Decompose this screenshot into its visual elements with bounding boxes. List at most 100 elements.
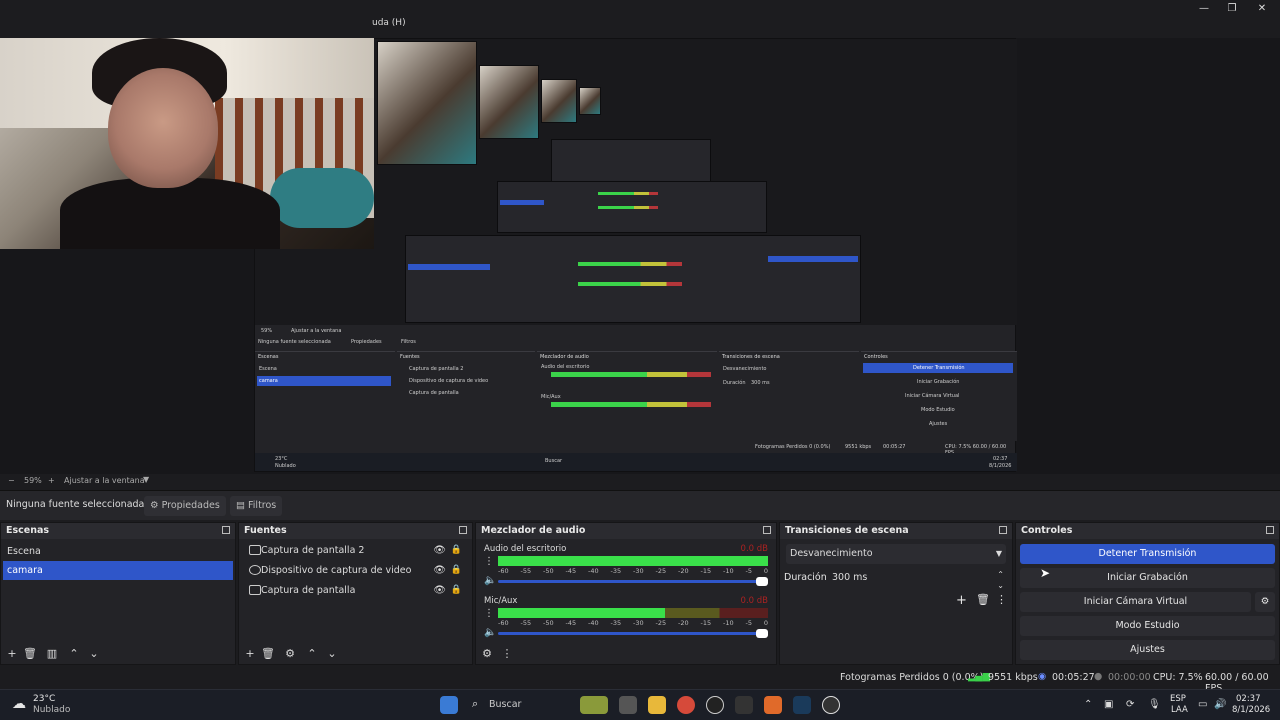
chevron-down-icon[interactable]: ⌄ <box>325 647 339 660</box>
signal-icon: ▂▄▆ <box>968 671 990 682</box>
source-item[interactable]: Captura de pantalla 👁 🔒 <box>241 581 470 600</box>
start-virtual-camera-button[interactable]: Iniciar Cámara Virtual <box>1020 592 1251 612</box>
sync-icon[interactable]: ⟳ <box>1126 699 1134 710</box>
scenes-dock: Escenas Escena camara + 🗑 ▥ ⌃ ⌄ <box>0 522 236 665</box>
source-item[interactable]: Dispositivo de captura de video 👁 🔒 <box>241 561 470 580</box>
zoom-out-button[interactable]: − <box>8 476 15 485</box>
slider-knob[interactable] <box>756 577 768 586</box>
windows-start-icon[interactable] <box>440 696 458 714</box>
meter-tick-label: -45 <box>565 619 577 627</box>
chevron-up-icon[interactable]: ⌃ <box>305 647 319 660</box>
steam-icon[interactable] <box>793 696 811 714</box>
volume-slider[interactable] <box>498 577 768 586</box>
undock-icon[interactable] <box>459 526 467 534</box>
studio-mode-button[interactable]: Modo Estudio <box>1020 616 1275 636</box>
minimize-button[interactable]: — <box>1194 2 1214 16</box>
kebab-icon[interactable]: ⋮ <box>484 608 494 619</box>
meter-tick-label: -15 <box>700 619 712 627</box>
eye-icon[interactable]: 👁 <box>433 581 446 600</box>
meter-tick-label: -50 <box>543 567 554 575</box>
obs-icon[interactable] <box>822 696 840 714</box>
scene-item-escena[interactable]: Escena <box>3 542 233 561</box>
source-label: Captura de pantalla <box>261 585 356 596</box>
meter-ticks: -60 -55 -50 -45 -40 -35 -30 -25 -20 -15 -10 -5 0 <box>498 619 768 627</box>
speaker-icon[interactable]: 🔈 <box>484 627 496 638</box>
trash-icon[interactable]: 🗑 <box>261 647 275 660</box>
gear-icon[interactable]: ⚙ <box>480 647 494 660</box>
chevron-up-icon[interactable]: ⌃ <box>1084 699 1092 710</box>
filter-icon[interactable]: ▥ <box>45 647 59 660</box>
undock-icon[interactable] <box>999 526 1007 534</box>
lock-icon[interactable]: 🔒 <box>451 561 462 580</box>
restore-button[interactable]: ❐ <box>1222 2 1242 16</box>
weather-temp[interactable]: 23°C <box>33 694 55 704</box>
undock-icon[interactable] <box>222 526 230 534</box>
source-toolbar: Ninguna fuente seleccionada ⚙ Propiedade… <box>0 490 1280 520</box>
task-view-icon[interactable] <box>619 696 637 714</box>
meter-tick-label: -35 <box>610 567 622 575</box>
nested-sources-panel: Fuentes Captura de pantalla 2 Dispositiv… <box>397 351 535 441</box>
channel-db: 0.0 dB <box>740 544 768 554</box>
settings-button[interactable]: Ajustes <box>1020 640 1275 660</box>
start-recording-button[interactable]: Iniciar Grabación <box>1020 568 1275 588</box>
folder-icon[interactable] <box>648 696 666 714</box>
properties-button[interactable]: ⚙ Propiedades <box>144 496 226 516</box>
nested-scenes-title: Escenas <box>258 354 279 360</box>
close-button[interactable]: ✕ <box>1252 2 1272 16</box>
volume-icon[interactable]: 🔊 <box>1214 699 1226 710</box>
undock-icon[interactable] <box>1266 526 1274 534</box>
mic-icon[interactable]: 🎙 <box>1148 699 1161 710</box>
trash-icon[interactable]: 🗑 <box>976 593 990 606</box>
clock-time[interactable]: 02:37 <box>1236 694 1261 704</box>
add-icon[interactable]: + <box>243 647 257 660</box>
zoom-in-button[interactable]: + <box>48 476 55 485</box>
speaker-icon[interactable]: 🔈 <box>484 575 496 586</box>
search-box[interactable]: Buscar <box>489 699 521 710</box>
add-icon[interactable]: + <box>5 647 19 660</box>
nested-mixer-ch1: Audio del escritorio <box>541 364 590 370</box>
nested-search: Buscar <box>545 458 563 464</box>
chevron-down-icon[interactable]: ⌄ <box>87 647 101 660</box>
fit-to-window[interactable]: Ajustar a la ventana <box>64 476 145 485</box>
source-label: Captura de pantalla 2 <box>261 545 365 556</box>
controls-dock: Controles Detener Transmisión Iniciar Gr… <box>1015 522 1280 665</box>
eye-icon[interactable]: 👁 <box>433 561 446 580</box>
source-item[interactable]: Captura de pantalla 2 👁 🔒 <box>241 541 470 560</box>
stop-stream-button[interactable]: Detener Transmisión <box>1020 544 1275 564</box>
program-preview[interactable]: 59% Ajustar a la ventana Ninguna fuente … <box>0 38 1280 474</box>
app-icon[interactable] <box>706 696 724 714</box>
meter-tick-label: -55 <box>520 567 532 575</box>
lock-icon[interactable]: 🔒 <box>451 581 462 600</box>
language[interactable]: ESP <box>1170 694 1186 704</box>
volume-slider[interactable] <box>498 629 768 638</box>
network-icon[interactable]: ▭ <box>1198 699 1207 710</box>
chrome-icon[interactable] <box>677 696 695 714</box>
title-bar: uda (H) — ❐ ✕ <box>0 0 1280 38</box>
clock-date: 8/1/2026 <box>1232 705 1271 715</box>
widget-icon[interactable] <box>580 696 608 714</box>
kebab-icon[interactable]: ⋮ <box>996 593 1007 606</box>
weather-icon[interactable]: ☁ <box>12 696 26 712</box>
transition-select[interactable]: Desvanecimiento ▼ <box>786 544 1006 564</box>
lock-icon[interactable]: 🔒 <box>451 541 462 560</box>
chevron-up-icon[interactable]: ⌃ <box>67 647 81 660</box>
trash-icon[interactable]: 🗑 <box>23 647 37 660</box>
menu-help[interactable]: uda (H) <box>372 18 406 28</box>
gear-icon[interactable]: ⚙ <box>283 647 297 660</box>
filters-button[interactable]: ▤ Filtros <box>230 496 283 516</box>
fit-dropdown-icon[interactable]: ▼ <box>143 475 149 484</box>
duration-spinner[interactable]: 300 ms ⌃ ⌄ <box>828 568 1006 590</box>
virtual-camera-settings-button[interactable]: ⚙ <box>1255 592 1275 612</box>
nested-btn-stop: Detener Transmisión <box>913 365 965 371</box>
undock-icon[interactable] <box>763 526 771 534</box>
nested-time: 00:05:27 <box>883 444 906 450</box>
brave-icon[interactable] <box>764 696 782 714</box>
kebab-icon[interactable]: ⋮ <box>484 556 494 567</box>
epic-games-icon[interactable] <box>735 696 753 714</box>
eye-icon[interactable]: 👁 <box>433 541 446 560</box>
scene-item-camara[interactable]: camara <box>3 561 233 580</box>
add-icon[interactable]: + <box>956 593 967 608</box>
tray-icon[interactable]: ▣ <box>1104 699 1113 710</box>
kebab-icon[interactable]: ⋮ <box>500 647 514 660</box>
slider-knob[interactable] <box>756 629 768 638</box>
